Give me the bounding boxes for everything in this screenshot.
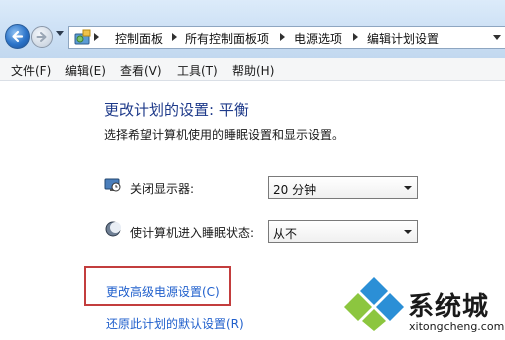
breadcrumb-separator-icon[interactable] [172, 33, 177, 41]
breadcrumb-separator-icon[interactable] [353, 33, 358, 41]
display-off-value: 20 分钟 [273, 183, 317, 197]
chevron-down-icon [404, 186, 412, 190]
sleep-value: 从不 [273, 227, 298, 241]
forward-button[interactable] [31, 26, 53, 48]
address-bar[interactable]: 控制面板 所有控制面板项 电源选项 编辑计划设置 [68, 26, 505, 49]
page-title: 更改计划的设置: 平衡 [104, 101, 249, 119]
address-history-dropdown-icon[interactable] [493, 35, 501, 40]
display-off-label: 关闭显示器: [130, 182, 195, 196]
arrow-left-icon [12, 30, 24, 43]
watermark-brand: 系统城 [408, 292, 490, 322]
control-panel-icon [74, 29, 91, 45]
breadcrumb-item-all-items[interactable]: 所有控制面板项 [185, 30, 269, 47]
moon-sleep-icon [105, 221, 121, 237]
back-button[interactable] [5, 24, 30, 49]
navigation-bar: 控制面板 所有控制面板项 电源选项 编辑计划设置 [0, 0, 505, 58]
watermark-url: xitongcheng.com [409, 320, 505, 333]
sleep-label: 使计算机进入睡眠状态: [130, 226, 255, 240]
breadcrumb-item-edit-plan[interactable]: 编辑计划设置 [367, 30, 439, 47]
menu-help[interactable]: 帮助(H) [232, 62, 274, 79]
chevron-down-icon [404, 230, 412, 234]
menu-view[interactable]: 查看(V) [120, 62, 162, 79]
restore-defaults-link[interactable]: 还原此计划的默认设置(R) [106, 315, 244, 332]
monitor-clock-icon [104, 178, 121, 192]
watermark-logo-icon [344, 277, 404, 331]
menu-edit[interactable]: 编辑(E) [65, 62, 106, 79]
breadcrumb-separator-icon [94, 33, 99, 41]
breadcrumb-separator-icon[interactable] [280, 33, 285, 41]
menu-bar: 文件(F) 编辑(E) 查看(V) 工具(T) 帮助(H) [0, 58, 505, 81]
menu-tools[interactable]: 工具(T) [177, 62, 218, 79]
breadcrumb-item-power-options[interactable]: 电源选项 [294, 30, 342, 47]
sleep-select[interactable]: 从不 [268, 220, 418, 243]
arrow-right-icon [36, 32, 47, 42]
recent-pages-dropdown-icon[interactable] [56, 31, 64, 36]
page-description: 选择希望计算机使用的睡眠设置和显示设置。 [104, 128, 345, 142]
breadcrumb-item-control-panel[interactable]: 控制面板 [115, 30, 163, 47]
menu-file[interactable]: 文件(F) [11, 62, 51, 79]
advanced-power-settings-link[interactable]: 更改高级电源设置(C) [106, 283, 220, 300]
display-off-select[interactable]: 20 分钟 [268, 176, 418, 199]
